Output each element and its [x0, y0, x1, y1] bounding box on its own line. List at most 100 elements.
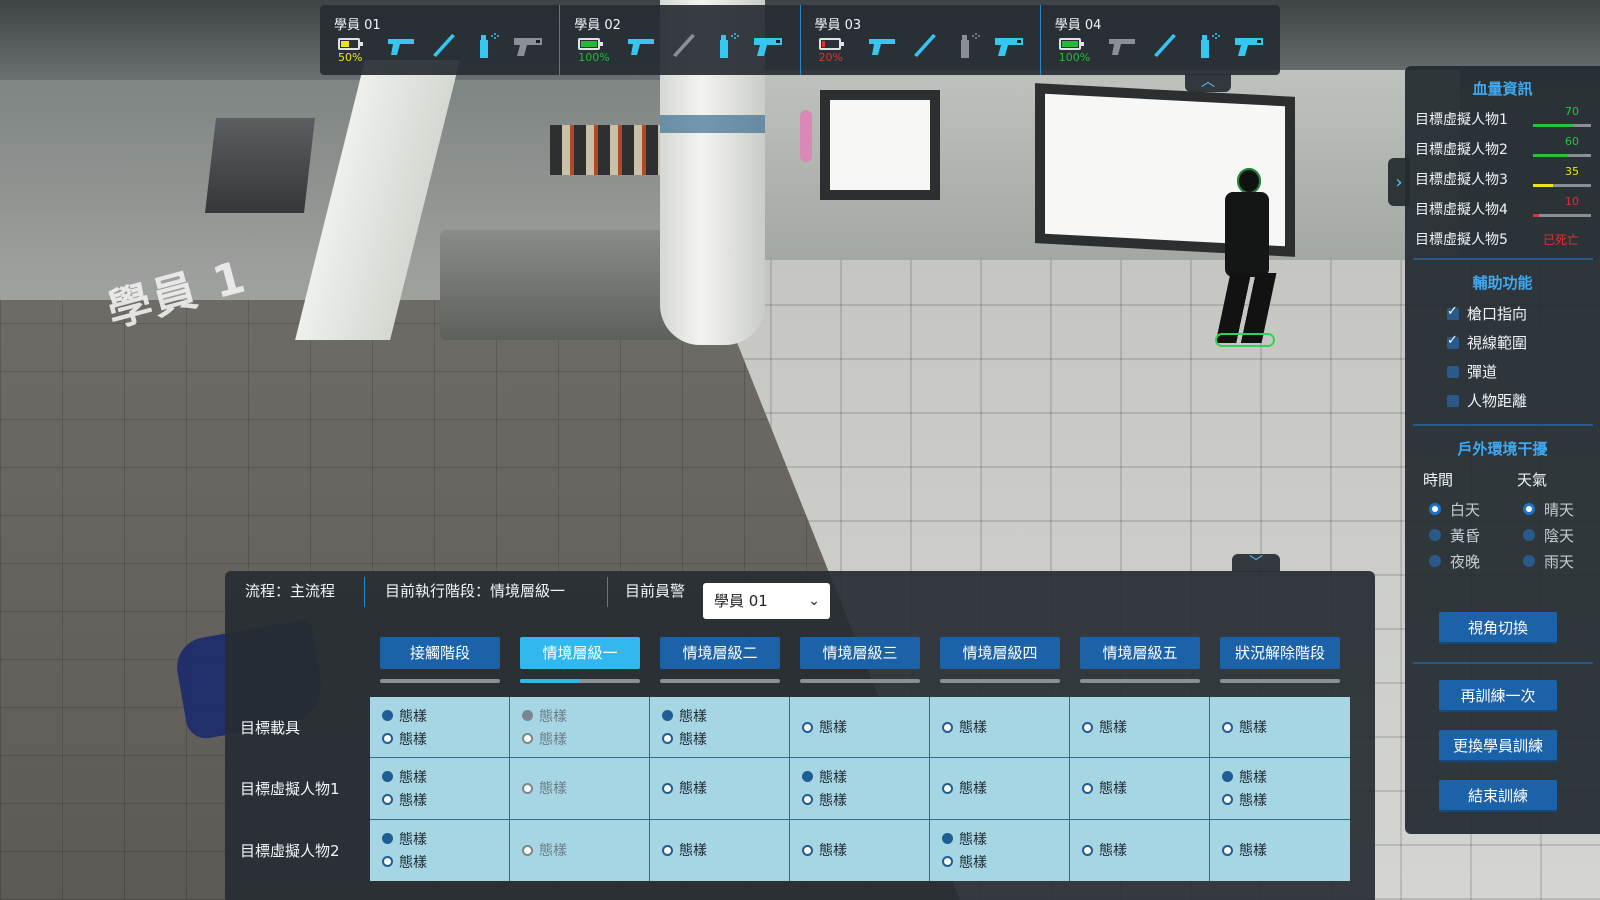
- pattern-option[interactable]: 態樣: [382, 852, 509, 871]
- radio-button[interactable]: [382, 794, 393, 806]
- pistol-icon[interactable]: [626, 31, 658, 59]
- checkbox[interactable]: [1447, 394, 1459, 407]
- taser-icon[interactable]: [752, 31, 784, 59]
- pattern-option[interactable]: 態樣: [382, 767, 509, 786]
- radio-button[interactable]: [1082, 721, 1093, 733]
- student-card[interactable]: 學員 01 50%: [320, 5, 561, 75]
- pepper-spray-icon[interactable]: [951, 31, 983, 59]
- pattern-option[interactable]: 態樣: [1082, 718, 1209, 737]
- collapse-down-icon[interactable]: ﹀: [1232, 554, 1280, 572]
- radio-button[interactable]: [522, 782, 533, 794]
- weather-option[interactable]: 晴天: [1517, 496, 1574, 522]
- pistol-icon[interactable]: [867, 31, 899, 59]
- pattern-option[interactable]: 態樣: [802, 790, 929, 809]
- retrain-button[interactable]: 再訓練一次: [1439, 680, 1557, 712]
- pattern-option[interactable]: 態樣: [1222, 790, 1350, 809]
- stage-button[interactable]: 狀況解除階段: [1220, 637, 1340, 669]
- radio-button[interactable]: [522, 733, 533, 745]
- pattern-option[interactable]: 態樣: [382, 706, 509, 725]
- pepper-spray-icon[interactable]: [710, 31, 742, 59]
- pattern-option[interactable]: 態樣: [802, 767, 929, 786]
- time-option[interactable]: 夜晚: [1423, 548, 1480, 574]
- radio-button[interactable]: [382, 710, 393, 722]
- baton-icon[interactable]: [668, 31, 700, 59]
- radio-button[interactable]: [1523, 555, 1535, 567]
- end-training-button[interactable]: 結束訓練: [1439, 780, 1557, 812]
- stage-button[interactable]: 情境層級二: [660, 637, 780, 669]
- radio-button[interactable]: [382, 856, 393, 868]
- pattern-option[interactable]: 態樣: [522, 706, 649, 725]
- stage-tab[interactable]: 情境層級四: [940, 637, 1060, 683]
- radio-button[interactable]: [1523, 503, 1535, 515]
- radio-button[interactable]: [522, 844, 533, 856]
- stage-tab[interactable]: 情境層級三: [800, 637, 920, 683]
- radio-button[interactable]: [1222, 771, 1233, 783]
- radio-button[interactable]: [1429, 503, 1441, 515]
- pattern-option[interactable]: 態樣: [382, 829, 509, 848]
- pattern-option[interactable]: 態樣: [802, 841, 929, 860]
- officer-select[interactable]: 學員 01 ⌄: [703, 583, 830, 619]
- aux-option[interactable]: 槍口指向: [1447, 299, 1600, 328]
- collapse-up-icon[interactable]: ︿: [1185, 74, 1231, 92]
- radio-button[interactable]: [1222, 844, 1233, 856]
- radio-button[interactable]: [802, 771, 813, 783]
- radio-button[interactable]: [382, 771, 393, 783]
- pattern-option[interactable]: 態樣: [1222, 841, 1350, 860]
- pattern-option[interactable]: 態樣: [382, 729, 509, 748]
- radio-button[interactable]: [802, 844, 813, 856]
- stage-button[interactable]: 情境層級五: [1080, 637, 1200, 669]
- stage-tab[interactable]: 情境層級一: [520, 637, 640, 683]
- aux-option[interactable]: 視線範圍: [1447, 328, 1600, 357]
- stage-tab[interactable]: 情境層級二: [660, 637, 780, 683]
- radio-button[interactable]: [942, 782, 953, 794]
- pattern-option[interactable]: 態樣: [1222, 767, 1350, 786]
- change-student-button[interactable]: 更換學員訓練: [1439, 730, 1557, 762]
- time-option[interactable]: 黃昏: [1423, 522, 1480, 548]
- pattern-option[interactable]: 態樣: [942, 852, 1069, 871]
- radio-button[interactable]: [942, 856, 953, 868]
- baton-icon[interactable]: [909, 31, 941, 59]
- radio-button[interactable]: [1082, 782, 1093, 794]
- weather-option[interactable]: 雨天: [1517, 548, 1574, 574]
- pistol-icon[interactable]: [386, 31, 418, 59]
- pattern-option[interactable]: 態樣: [662, 779, 789, 798]
- radio-button[interactable]: [942, 721, 953, 733]
- radio-button[interactable]: [1429, 529, 1441, 541]
- baton-icon[interactable]: [1149, 31, 1181, 59]
- radio-button[interactable]: [662, 782, 673, 794]
- student-card[interactable]: 學員 02 100%: [560, 5, 801, 75]
- student-card[interactable]: 學員 04 100%: [1041, 5, 1280, 75]
- pepper-spray-icon[interactable]: [470, 31, 502, 59]
- pattern-option[interactable]: 態樣: [1082, 841, 1209, 860]
- baton-icon[interactable]: [428, 31, 460, 59]
- stage-tab[interactable]: 狀況解除階段: [1220, 637, 1340, 683]
- radio-button[interactable]: [662, 733, 673, 745]
- pattern-option[interactable]: 態樣: [662, 729, 789, 748]
- radio-button[interactable]: [522, 710, 533, 722]
- pattern-option[interactable]: 態樣: [1222, 718, 1350, 737]
- pattern-option[interactable]: 態樣: [662, 841, 789, 860]
- time-option[interactable]: 白天: [1423, 496, 1480, 522]
- stage-button[interactable]: 情境層級四: [940, 637, 1060, 669]
- weather-option[interactable]: 陰天: [1517, 522, 1574, 548]
- pattern-option[interactable]: 態樣: [942, 779, 1069, 798]
- stage-tab[interactable]: 情境層級五: [1080, 637, 1200, 683]
- stage-button[interactable]: 情境層級三: [800, 637, 920, 669]
- view-switch-button[interactable]: 視角切換: [1439, 612, 1557, 644]
- radio-button[interactable]: [1429, 555, 1441, 567]
- radio-button[interactable]: [1082, 844, 1093, 856]
- radio-button[interactable]: [662, 710, 673, 722]
- aux-option[interactable]: 人物距離: [1447, 386, 1600, 415]
- checkbox[interactable]: [1447, 304, 1459, 320]
- stage-tab[interactable]: 接觸階段: [380, 637, 500, 683]
- pattern-option[interactable]: 態樣: [942, 718, 1069, 737]
- radio-button[interactable]: [1222, 794, 1233, 806]
- pattern-option[interactable]: 態樣: [942, 829, 1069, 848]
- radio-button[interactable]: [802, 721, 813, 733]
- stage-button[interactable]: 接觸階段: [380, 637, 500, 669]
- radio-button[interactable]: [1523, 529, 1535, 541]
- pattern-option[interactable]: 態樣: [382, 790, 509, 809]
- checkbox[interactable]: [1447, 365, 1459, 378]
- aux-option[interactable]: 彈道: [1447, 357, 1600, 386]
- radio-button[interactable]: [662, 844, 673, 856]
